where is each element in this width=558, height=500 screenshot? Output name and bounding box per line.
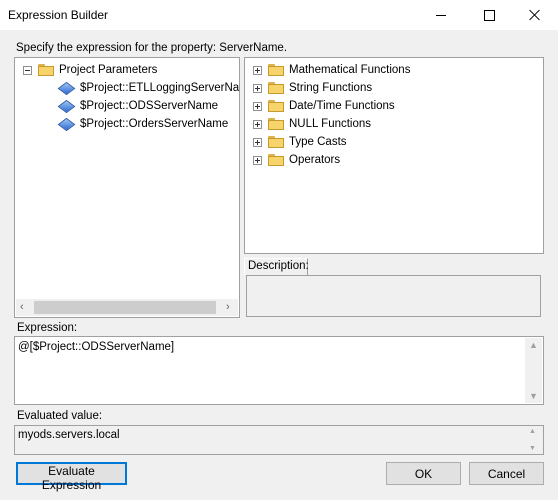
variables-tree-panel[interactable]: Project Parameters $Project::ETLLoggingS… [14,57,240,318]
maximize-icon [483,9,495,21]
tree-node-parameter[interactable]: $Project::OrdersServerName [57,115,229,133]
evaluate-expression-button[interactable]: Evaluate Expression [16,462,127,492]
expand-icon[interactable] [253,137,262,147]
tree-node-function-category[interactable]: Mathematical Functions [253,61,410,79]
ok-button[interactable]: OK [386,462,461,485]
property-prompt: Specify the expression for the property:… [16,42,288,54]
window-title: Expression Builder [8,8,109,22]
tree-node-label: String Functions [289,82,373,94]
tree-node-label: $Project::ODSServerName [80,100,219,112]
expand-icon[interactable] [253,155,262,165]
tree-node-label: Mathematical Functions [289,64,411,76]
minimize-icon [436,14,446,16]
folder-icon [268,82,284,94]
functions-tree-panel[interactable]: Mathematical Functions String Functions … [244,57,544,254]
maximize-button[interactable] [466,0,512,30]
tree-node-label: Date/Time Functions [289,100,395,112]
collapse-icon[interactable] [23,65,32,75]
expand-icon[interactable] [253,65,262,75]
folder-icon [268,64,284,76]
minimize-button[interactable] [418,0,464,30]
tree-node-parameter[interactable]: $Project::ETLLoggingServerName [57,79,240,97]
scroll-up-icon[interactable]: ▲ [529,428,536,435]
open-folder-icon [38,64,54,76]
vertical-scrollbar[interactable]: ▲ ▼ [525,338,542,403]
tree-node-function-category[interactable]: Date/Time Functions [253,97,395,115]
parameter-icon [57,99,76,113]
evaluated-value-box: myods.servers.local ▲ ▼ [14,425,544,455]
expression-text[interactable]: @[$Project::ODSServerName] [18,341,174,353]
description-tab: Description: [244,258,309,275]
tree-node-label: Project Parameters [59,64,158,76]
tree-node-parameter[interactable]: $Project::ODSServerName [57,97,219,115]
expand-icon[interactable] [253,83,262,93]
evaluated-value-label: Evaluated value: [17,410,103,422]
folder-icon [268,100,284,112]
scroll-right-icon[interactable]: › [226,302,234,313]
expand-icon[interactable] [253,119,262,129]
tree-node-label: NULL Functions [289,118,372,130]
parameter-icon [57,81,76,95]
tree-node-function-category[interactable]: Operators [253,151,340,169]
evaluated-value-text: myods.servers.local [18,429,120,441]
cancel-button[interactable]: Cancel [469,462,544,485]
scroll-down-icon[interactable]: ▼ [529,391,538,401]
scroll-up-icon[interactable]: ▲ [529,340,538,350]
close-icon [529,9,541,21]
scroll-down-icon[interactable]: ▼ [529,445,536,452]
tree-node-function-category[interactable]: NULL Functions [253,115,371,133]
folder-icon [268,118,284,130]
vertical-scrollbar[interactable]: ▲ ▼ [525,427,542,453]
tree-node-label: Type Casts [289,136,347,148]
tree-node-function-category[interactable]: String Functions [253,79,372,97]
close-button[interactable] [512,0,558,30]
tree-node-label: Operators [289,154,341,166]
horizontal-scrollbar[interactable]: ‹ › [16,299,238,316]
expand-icon[interactable] [253,101,262,111]
folder-icon [268,154,284,166]
tree-node-label: $Project::ETLLoggingServerName [80,82,240,94]
expression-editor[interactable]: @[$Project::ODSServerName] ▲ ▼ [14,336,544,405]
scroll-left-icon[interactable]: ‹ [20,302,28,313]
expression-label: Expression: [17,322,78,334]
tree-node-function-category[interactable]: Type Casts [253,133,347,151]
tree-node-project-parameters[interactable]: Project Parameters [23,61,157,79]
description-box [246,275,541,317]
scrollbar-thumb[interactable] [34,301,216,314]
title-bar: Expression Builder [0,0,558,30]
tree-node-label: $Project::OrdersServerName [80,118,229,130]
parameter-icon [57,117,76,131]
folder-icon [268,136,284,148]
